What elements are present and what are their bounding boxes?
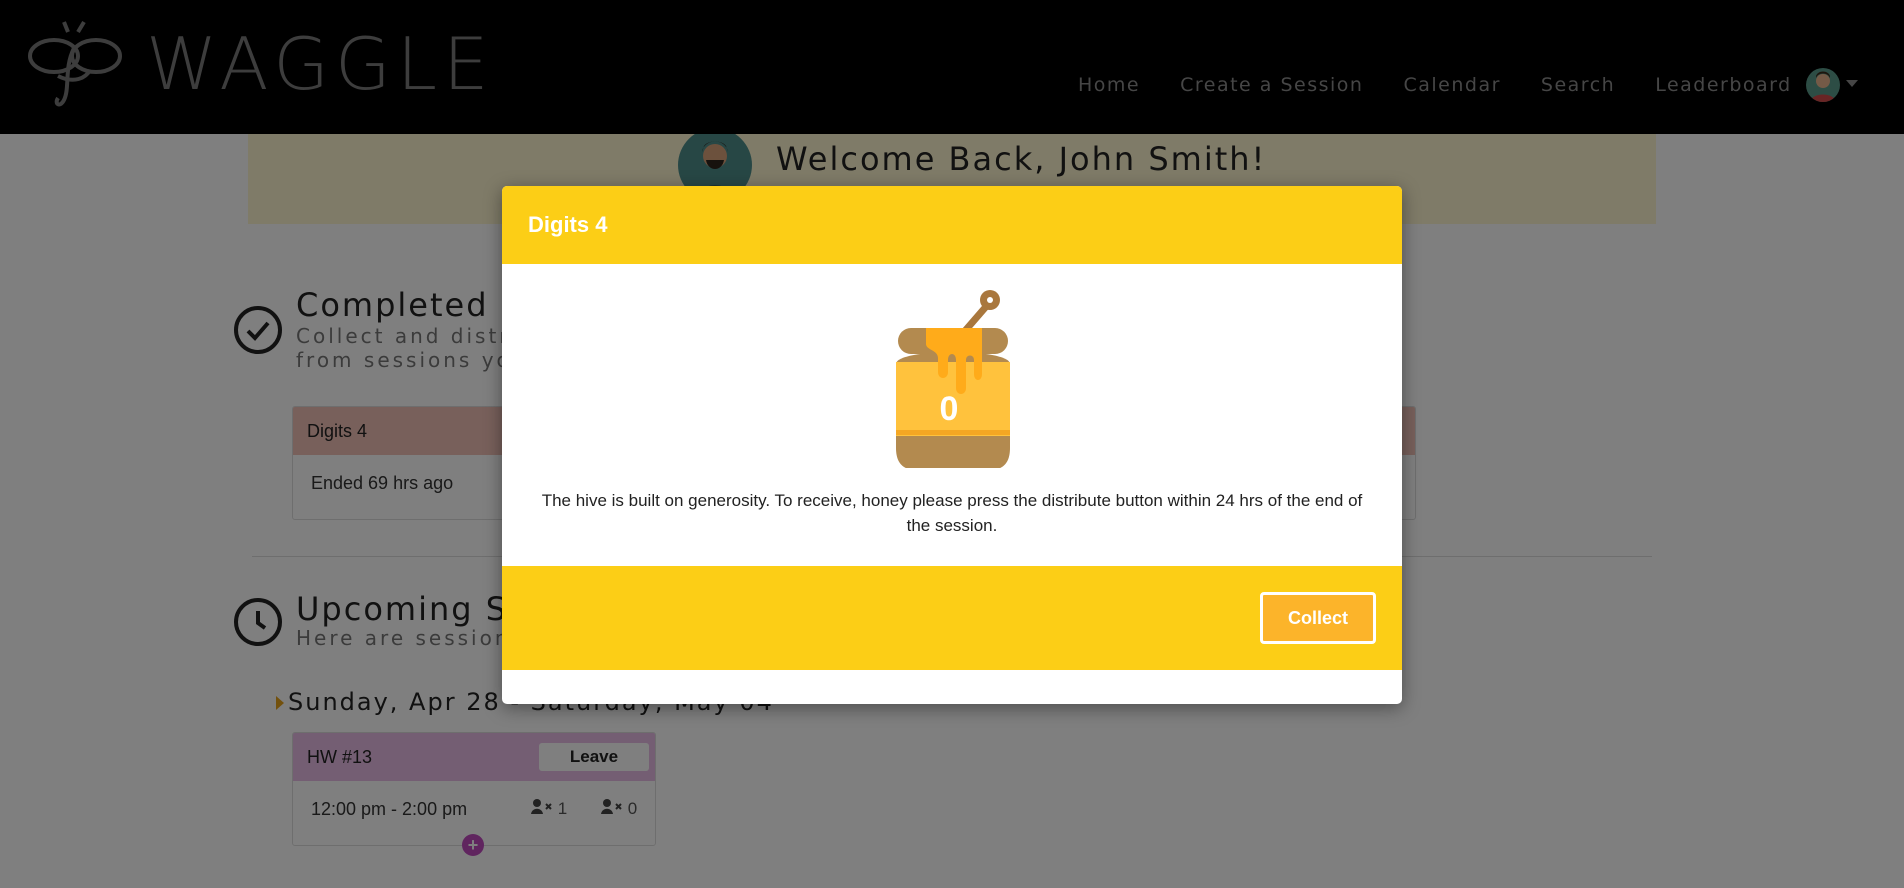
collect-button[interactable]: Collect [1260, 592, 1376, 644]
collect-honey-modal: Digits 4 0 The hive is built on generosi… [502, 186, 1402, 704]
modal-message: The hive is built on generosity. To rece… [541, 491, 1363, 535]
modal-body: 0 [502, 264, 1402, 488]
modal-title: Digits 4 [502, 186, 1402, 264]
modal-footer: Collect [502, 566, 1402, 670]
honey-jar-icon [896, 290, 1010, 468]
honey-count: 0 [939, 390, 959, 428]
